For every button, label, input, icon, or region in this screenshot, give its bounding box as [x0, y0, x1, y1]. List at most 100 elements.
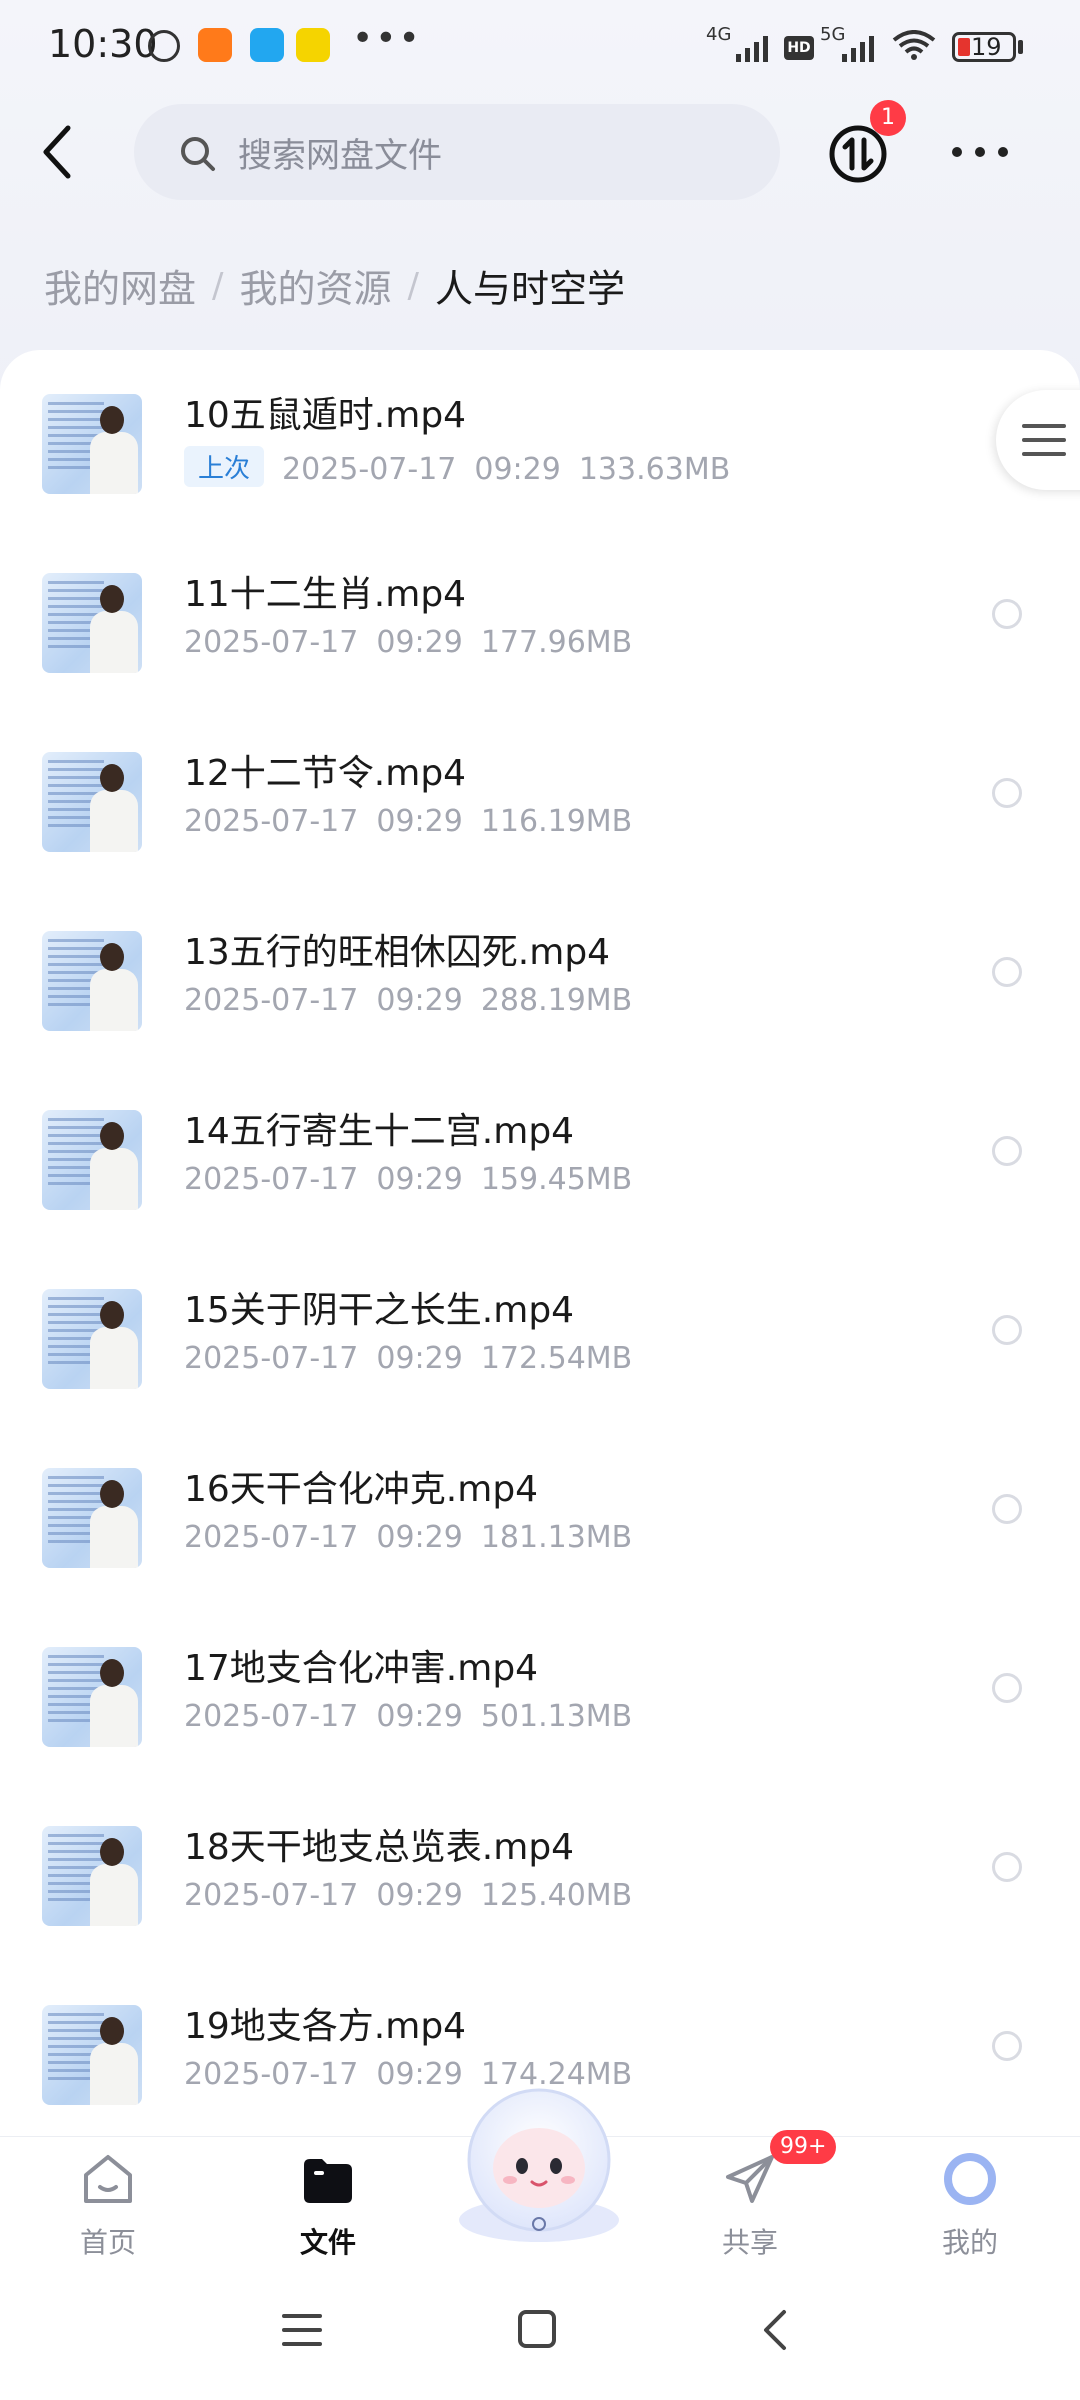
notification-app-icon — [296, 28, 330, 62]
file-time: 09:29 — [376, 1878, 463, 1913]
search-input[interactable]: 搜索网盘文件 — [134, 104, 780, 200]
breadcrumb-item-my-resources[interactable]: 我的资源 — [239, 258, 391, 313]
select-checkbox[interactable] — [992, 1494, 1022, 1524]
file-name: 17地支合化冲害.mp4 — [184, 1648, 539, 1689]
file-row[interactable]: 16天干合化冲克.mp4 2025-07-17 09:29 181.13MB — [0, 1424, 1080, 1603]
profile-icon — [944, 2153, 996, 2205]
file-time: 09:29 — [376, 1341, 463, 1376]
file-time: 09:29 — [376, 983, 463, 1018]
tab-home-label: 首页 — [79, 2226, 136, 2259]
file-row[interactable]: 17地支合化冲害.mp4 2025-07-17 09:29 501.13MB — [0, 1603, 1080, 1782]
video-thumbnail — [42, 1110, 142, 1210]
file-date: 2025-07-17 — [184, 1520, 359, 1555]
folder-icon — [304, 2159, 352, 2203]
video-thumbnail — [42, 1647, 142, 1747]
file-size: 181.13MB — [480, 1520, 633, 1555]
file-size: 133.63MB — [578, 452, 731, 487]
video-thumbnail — [42, 1289, 142, 1389]
file-size: 125.40MB — [480, 1878, 633, 1913]
select-checkbox[interactable] — [992, 2031, 1022, 2061]
file-size: 172.54MB — [480, 1341, 633, 1376]
file-row[interactable]: 13五行的旺相休囚死.mp4 2025-07-17 09:29 288.19MB — [0, 887, 1080, 1066]
file-row[interactable]: 15关于阴干之长生.mp4 2025-07-17 09:29 172.54MB — [0, 1245, 1080, 1424]
select-checkbox[interactable] — [992, 599, 1022, 629]
file-row[interactable]: 12十二节令.mp4 2025-07-17 09:29 116.19MB — [0, 708, 1080, 887]
tab-files-label: 文件 — [299, 2226, 356, 2259]
file-date: 2025-07-17 — [184, 804, 359, 839]
transfer-badge: 1 — [870, 100, 906, 136]
file-time: 09:29 — [474, 452, 561, 487]
select-checkbox[interactable] — [992, 957, 1022, 987]
file-meta: 2025-07-17 09:29 125.40MB — [184, 1878, 650, 1913]
file-meta: 上次 2025-07-17 09:29 133.63MB — [184, 446, 748, 487]
video-thumbnail — [42, 2005, 142, 2105]
wifi-icon — [892, 30, 936, 60]
network-4g-label: 4G — [706, 24, 732, 45]
select-checkbox[interactable] — [992, 778, 1022, 808]
tab-mine[interactable]: 我的 — [890, 2151, 1050, 2261]
file-name: 11十二生肖.mp4 — [184, 574, 467, 615]
file-size: 288.19MB — [480, 983, 633, 1018]
select-checkbox[interactable] — [992, 1315, 1022, 1345]
file-list: 10五鼠遁时.mp4 上次 2025-07-17 09:29 133.63MB 11十… — [0, 350, 1080, 2142]
file-row[interactable]: 10五鼠遁时.mp4 上次 2025-07-17 09:29 133.63MB — [0, 350, 1080, 529]
file-row[interactable]: 18天干地支总览表.mp4 2025-07-17 09:29 125.40MB — [0, 1782, 1080, 1961]
back-button[interactable] — [36, 120, 80, 184]
ai-assistant-mascot-button[interactable] — [444, 2082, 634, 2248]
breadcrumb-item-my-drive[interactable]: 我的网盘 — [44, 258, 196, 313]
file-size: 501.13MB — [480, 1699, 633, 1734]
file-name: 14五行寄生十二宫.mp4 — [184, 1111, 575, 1152]
file-size: 116.19MB — [480, 804, 633, 839]
status-time: 10:30 — [48, 22, 158, 66]
system-back-button[interactable] — [760, 2308, 790, 2352]
home-button[interactable] — [518, 2310, 556, 2348]
file-name: 15关于阴干之长生.mp4 — [184, 1290, 575, 1331]
tab-files[interactable]: 文件 — [248, 2151, 408, 2261]
file-meta: 2025-07-17 09:29 501.13MB — [184, 1699, 650, 1734]
battery-level: 19 — [971, 33, 1002, 61]
tab-home[interactable]: 首页 — [28, 2151, 188, 2261]
video-thumbnail — [42, 931, 142, 1031]
file-time: 09:29 — [376, 1520, 463, 1555]
search-icon — [181, 137, 215, 171]
xiaomi-app-icon — [198, 28, 232, 62]
tab-share-label: 共享 — [721, 2226, 778, 2259]
file-name: 13五行的旺相休囚死.mp4 — [184, 932, 611, 973]
alarm-icon — [148, 30, 180, 62]
select-checkbox[interactable] — [992, 1852, 1022, 1882]
file-date: 2025-07-17 — [184, 1699, 359, 1734]
select-checkbox[interactable] — [992, 1673, 1022, 1703]
home-icon — [84, 2155, 132, 2203]
file-meta: 2025-07-17 09:29 288.19MB — [184, 983, 650, 1018]
signal-icon-2 — [842, 34, 874, 62]
file-date: 2025-07-17 — [184, 1878, 359, 1913]
breadcrumb: 我的网盘 / 我的资源 / 人与时空学 — [44, 258, 625, 313]
file-time: 09:29 — [376, 1162, 463, 1197]
tab-mine-label: 我的 — [941, 2226, 998, 2259]
file-date: 2025-07-17 — [184, 1162, 359, 1197]
file-meta: 2025-07-17 09:29 172.54MB — [184, 1341, 650, 1376]
video-thumbnail — [42, 752, 142, 852]
file-time: 09:29 — [376, 625, 463, 660]
file-name: 19地支各方.mp4 — [184, 2006, 467, 2047]
video-thumbnail — [42, 1826, 142, 1926]
search-placeholder: 搜索网盘文件 — [238, 136, 442, 176]
more-options-button[interactable] — [952, 140, 1008, 164]
more-notifications-icon: ••• — [352, 18, 422, 59]
video-thumbnail — [42, 573, 142, 673]
file-date: 2025-07-17 — [184, 983, 359, 1018]
file-size: 177.96MB — [480, 625, 633, 660]
recent-apps-button[interactable] — [282, 2314, 322, 2346]
battery-icon: 19 — [952, 32, 1016, 62]
select-checkbox[interactable] — [992, 1136, 1022, 1166]
file-date: 2025-07-17 — [184, 1341, 359, 1376]
file-name: 16天干合化冲克.mp4 — [184, 1469, 539, 1510]
file-size: 159.45MB — [480, 1162, 633, 1197]
chat-app-icon — [250, 28, 284, 62]
tab-share[interactable]: 共享 — [670, 2151, 830, 2261]
status-bar: 10:30 ••• 4G HD 5G 19 — [0, 0, 1080, 96]
file-row[interactable]: 14五行寄生十二宫.mp4 2025-07-17 09:29 159.45MB — [0, 1066, 1080, 1245]
last-viewed-tag: 上次 — [184, 446, 265, 487]
file-row[interactable]: 11十二生肖.mp4 2025-07-17 09:29 177.96MB — [0, 529, 1080, 708]
file-name: 10五鼠遁时.mp4 — [184, 395, 467, 436]
